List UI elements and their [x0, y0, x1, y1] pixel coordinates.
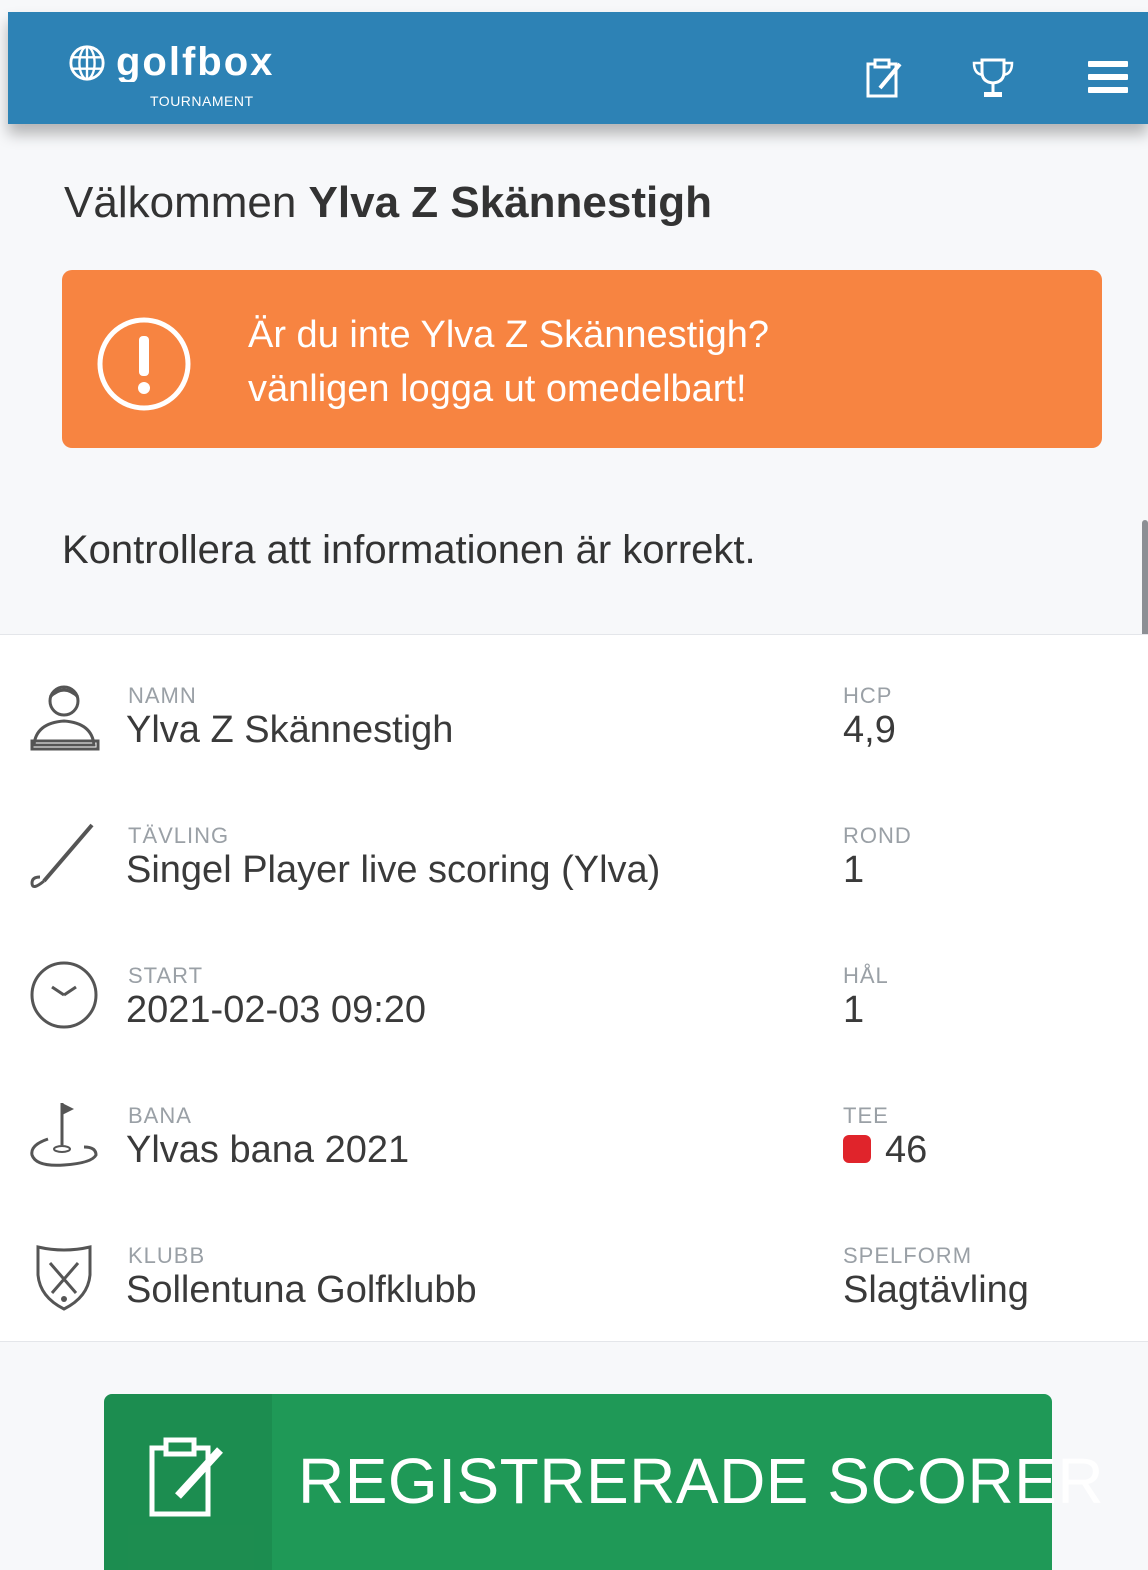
start-label: START: [128, 963, 204, 988]
golf-club-icon: [30, 823, 94, 888]
logo-wordmark-graphic: golfbox: [116, 40, 274, 84]
scorecard-edit-icon: [149, 1437, 223, 1517]
hole-value: 1: [843, 989, 865, 1031]
svg-text:golfbox: golfbox: [116, 42, 274, 82]
exclamation-circle-icon: [97, 317, 191, 411]
globe-icon: [69, 45, 105, 81]
hcp-value: 4,9: [843, 709, 896, 751]
tee-label: TEE: [843, 1103, 889, 1128]
info-row-course: BANA Ylvas bana 2021 TEE 46: [0, 1099, 1148, 1219]
format-label: SPELFORM: [843, 1243, 973, 1268]
club-label: KLUBB: [128, 1243, 206, 1268]
registered-scores-button[interactable]: REGISTRERADE SCORER: [104, 1394, 1104, 1570]
info-row-club: KLUBB Sollentuna Golfklubb SPELFORM Slag…: [0, 1239, 1148, 1359]
alert-line-1: Är du inte Ylva Z Skännestigh?: [248, 314, 770, 356]
golfer-person-icon: [30, 685, 100, 751]
hamburger-menu-icon[interactable]: [1082, 52, 1132, 102]
alert-line-2: vänligen logga ut omedelbart!: [248, 368, 747, 410]
welcome-heading: Välkommen Ylva Z Skännestigh: [64, 178, 712, 228]
info-row-name: NAMN Ylva Z Skännestigh HCP 4,9: [0, 679, 1148, 799]
tee-color-marker: [843, 1134, 871, 1163]
tee-value: 46: [885, 1129, 928, 1171]
golfbox-logo[interactable]: golfbox TOURNAMENT: [68, 40, 302, 109]
welcome-user-name: Ylva Z Skännestigh: [308, 178, 713, 227]
round-label: ROND: [843, 823, 912, 848]
info-row-start: START 2021-02-03 09:20 HÅL 1: [0, 959, 1148, 1079]
name-value: Ylva Z Skännestigh: [126, 709, 454, 751]
logo-wordmark: golfbox: [116, 40, 302, 89]
golf-green-flag-icon: [30, 1103, 98, 1167]
logo-subtitle: TOURNAMENT: [150, 93, 254, 109]
competition-label: TÄVLING: [128, 823, 230, 848]
top-navbar: golfbox TOURNAMENT: [8, 12, 1148, 124]
start-value: 2021-02-03 09:20: [126, 989, 427, 1031]
button-icon-area: [104, 1394, 272, 1570]
hcp-label: HCP: [843, 683, 893, 708]
name-label: NAMN: [128, 683, 197, 708]
alert-message: Är du inte Ylva Z Skännestigh? vänligen …: [248, 308, 769, 416]
club-crest-shield-icon: [36, 1245, 92, 1311]
format-value: Slagtävling: [843, 1269, 1029, 1311]
club-value: Sollentuna Golfklubb: [126, 1269, 477, 1311]
course-value: Ylvas bana 2021: [126, 1129, 410, 1171]
course-label: BANA: [128, 1103, 192, 1128]
edit-scorecard-icon[interactable]: [858, 52, 908, 102]
trophy-icon[interactable]: [968, 52, 1018, 102]
competition-value: Singel Player live scoring (Ylva): [126, 849, 661, 891]
registered-scores-label: REGISTRERADE SCORER: [298, 1445, 1105, 1517]
hole-label: HÅL: [843, 963, 889, 988]
logout-warning-alert: Är du inte Ylva Z Skännestigh? vänligen …: [62, 270, 1102, 448]
tee-value-wrap: 46: [843, 1129, 927, 1172]
player-info-panel: NAMN Ylva Z Skännestigh HCP 4,9 TÄVLING …: [0, 634, 1148, 1342]
round-value: 1: [843, 849, 865, 891]
verify-instruction: Kontrollera att informationen är korrekt…: [62, 528, 756, 572]
clock-icon: [30, 961, 98, 1029]
info-row-competition: TÄVLING Singel Player live scoring (Ylva…: [0, 819, 1148, 939]
welcome-greeting: Välkommen: [64, 178, 297, 227]
